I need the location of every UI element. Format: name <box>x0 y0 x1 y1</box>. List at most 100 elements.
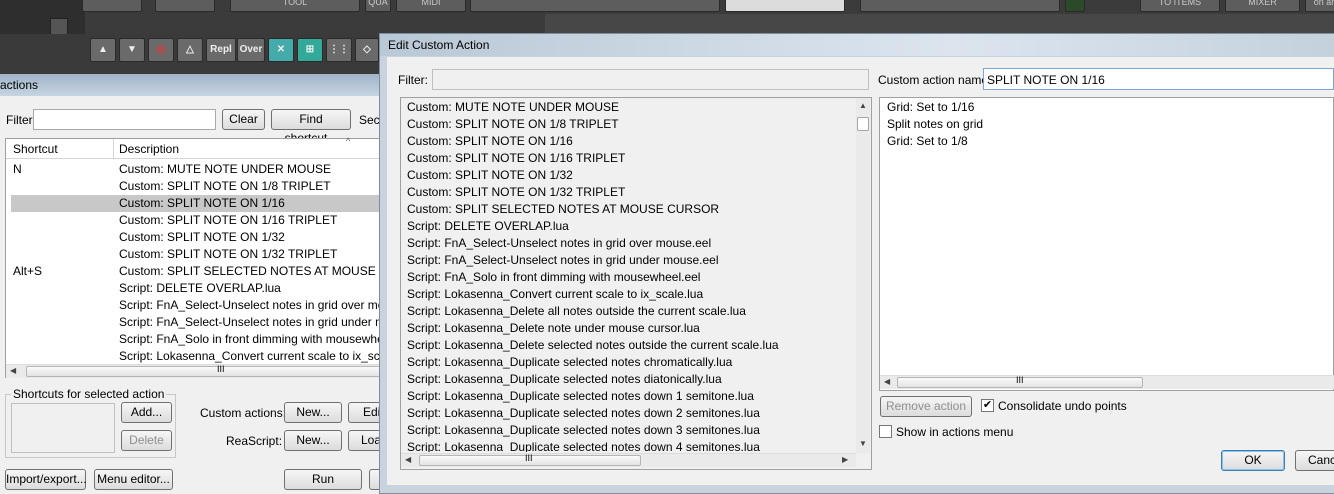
table-row[interactable]: Custom: SPLIT NOTE ON 1/16 <box>119 195 381 212</box>
table-row[interactable]: Custom: SPLIT NOTE ON 1/8 TRIPLET <box>119 178 381 195</box>
scroll-right-icon[interactable]: ▶ <box>842 454 848 466</box>
dialog-filter-input[interactable] <box>432 69 869 90</box>
list-item[interactable]: Script: Lokasenna_Duplicate selected not… <box>407 388 853 405</box>
table-row[interactable]: Script: FnA_Select-Unselect notes in gri… <box>119 314 381 331</box>
table-row[interactable]: Script: FnA_Select-Unselect notes in gri… <box>119 297 381 314</box>
import-export-button[interactable]: Import/export... <box>5 469 87 490</box>
list-item[interactable]: Script: Lokasenna_Delete all notes outsi… <box>407 303 853 320</box>
table-row[interactable]: Script: Lokasenna_Convert current scale … <box>119 348 381 365</box>
move-down-icon[interactable]: ▼ <box>119 38 145 62</box>
add-shortcut-button[interactable]: Add... <box>121 402 172 423</box>
note-length-buttons[interactable] <box>725 0 845 12</box>
clear-button[interactable]: Clear <box>222 109 265 130</box>
loop-icon[interactable]: ◎ <box>148 38 174 62</box>
shortcut-cell: N <box>13 162 22 176</box>
ok-button[interactable]: OK <box>1221 450 1285 471</box>
actions-hscrollbar[interactable]: ◀ III <box>6 364 382 378</box>
menu-editor-button[interactable]: Menu editor... <box>94 469 173 490</box>
edit-custom-action-button[interactable]: Edi <box>348 402 382 423</box>
list-item[interactable]: Custom: SPLIT NOTE ON 1/16 TRIPLET <box>407 150 853 167</box>
tool-button[interactable]: TOOL <box>230 0 360 12</box>
list-item[interactable]: Script: Lokasenna_Delete note under mous… <box>407 320 853 337</box>
actions-filter-input[interactable] <box>33 109 216 130</box>
list-item[interactable]: Custom: SPLIT SELECTED NOTES AT MOUSE CU… <box>407 201 853 218</box>
triangle-icon[interactable]: △ <box>177 38 203 62</box>
cancel-button[interactable]: Cance <box>1295 450 1334 471</box>
grid-icon[interactable]: ⋮⋮ <box>326 38 352 62</box>
list-item[interactable]: Custom: MUTE NOTE UNDER MOUSE <box>407 99 853 116</box>
list-item[interactable]: Script: Lokasenna_Duplicate selected not… <box>407 354 853 371</box>
list-item[interactable]: Script: Lokasenna_Duplicate selected not… <box>407 422 853 439</box>
actions-title: actions <box>0 78 39 92</box>
scroll-thumb[interactable]: III <box>897 375 1143 388</box>
filter-label: Filter: <box>6 113 36 127</box>
available-hscrollbar[interactable]: ◀ III ▶ <box>401 453 856 467</box>
remove-action-button[interactable]: Remove action <box>880 396 972 417</box>
list-item[interactable]: Script: FnA_Select-Unselect notes in gri… <box>407 235 853 252</box>
move-up-icon[interactable]: ▲ <box>90 38 116 62</box>
snap-icon[interactable]: ⊞ <box>297 38 323 62</box>
reascript-label: ReaScript: <box>226 434 283 448</box>
table-row[interactable]: Custom: SPLIT NOTE ON 1/16 TRIPLET <box>119 212 381 229</box>
run-button[interactable]: Run <box>284 469 362 490</box>
new-reascript-button[interactable]: New... <box>284 430 342 451</box>
delete-shortcut-button[interactable]: Delete <box>121 430 172 451</box>
list-item[interactable]: Script: FnA_Solo in front dimming with m… <box>407 269 853 286</box>
to-items-button[interactable]: TO ITEMS <box>1140 0 1220 12</box>
scroll-left-icon[interactable]: ◀ <box>405 454 411 466</box>
list-item[interactable]: Script: FnA_Select-Unselect notes in gri… <box>407 252 853 269</box>
overdub-mode-button[interactable]: Over <box>237 38 265 62</box>
dialog-title: Edit Custom Action <box>388 38 490 52</box>
scroll-thumb[interactable]: III <box>419 453 641 466</box>
dialog-filter-label: Filter: <box>398 73 428 87</box>
tool-icon[interactable]: ◇ <box>355 38 379 62</box>
list-item[interactable]: Script: Lokasenna_Duplicate selected not… <box>407 405 853 422</box>
table-row[interactable]: Custom: SPLIT NOTE ON 1/32 <box>119 229 381 246</box>
step-item[interactable]: Grid: Set to 1/16 <box>887 99 974 116</box>
description-column-header[interactable]: Description <box>119 142 179 156</box>
steps-hscrollbar[interactable]: ◀ III <box>880 375 1334 389</box>
list-item[interactable]: Custom: SPLIT NOTE ON 1/32 <box>407 167 853 184</box>
replace-mode-button[interactable]: Repl <box>206 38 236 62</box>
show-in-menu-checkbox[interactable] <box>879 425 892 438</box>
list-item[interactable]: Custom: SPLIT NOTE ON 1/8 TRIPLET <box>407 116 853 133</box>
list-item[interactable]: Script: Lokasenna_Duplicate selected not… <box>407 439 853 452</box>
midi-button[interactable]: MIDI <box>396 0 466 12</box>
toolbar-button[interactable]: on an <box>1305 0 1334 12</box>
toolbar-button[interactable] <box>860 0 1060 12</box>
table-row[interactable]: Script: DELETE OVERLAP.lua <box>119 280 381 297</box>
scroll-up-icon[interactable]: ▲ <box>859 100 867 112</box>
grid-toggle-icon[interactable]: ✕ <box>268 38 294 62</box>
list-item[interactable]: Script: Lokasenna_Duplicate selected not… <box>407 371 853 388</box>
scroll-left-icon[interactable]: ◀ <box>884 376 890 388</box>
list-item[interactable]: Script: Lokasenna_Convert current scale … <box>407 286 853 303</box>
quantize-button[interactable]: QUA <box>365 0 391 12</box>
shortcuts-list[interactable] <box>11 403 115 453</box>
list-item[interactable]: Custom: SPLIT NOTE ON 1/32 TRIPLET <box>407 184 853 201</box>
scroll-down-icon[interactable]: ▼ <box>859 438 867 450</box>
scroll-thumb[interactable]: III <box>26 364 382 377</box>
toolbar-button[interactable] <box>82 0 142 12</box>
step-item[interactable]: Split notes on grid <box>887 116 983 133</box>
table-row[interactable]: Custom: MUTE NOTE UNDER MOUSE <box>119 161 381 178</box>
vscroll-thumb[interactable] <box>857 117 869 131</box>
scroll-left-icon[interactable]: ◀ <box>10 365 16 377</box>
find-shortcut-button[interactable]: Find shortcut... <box>271 109 351 145</box>
table-row[interactable]: Custom: SPLIT SELECTED NOTES AT MOUSE CU… <box>119 263 381 280</box>
toolbar-button[interactable] <box>155 0 215 12</box>
custom-action-name-input[interactable]: SPLIT NOTE ON 1/16 <box>983 68 1334 90</box>
consolidate-undo-checkbox[interactable]: ✔ <box>981 399 994 412</box>
metronome-icon[interactable] <box>1065 0 1085 12</box>
step-item[interactable]: Grid: Set to 1/8 <box>887 133 968 150</box>
load-reascript-button[interactable]: Loa <box>348 430 382 451</box>
toolbar-button[interactable] <box>470 0 720 12</box>
table-row[interactable]: Custom: SPLIT NOTE ON 1/32 TRIPLET <box>119 246 381 263</box>
shortcut-column-header[interactable]: Shortcut <box>13 142 58 156</box>
new-custom-action-button[interactable]: New... <box>284 402 342 423</box>
list-item[interactable]: Script: DELETE OVERLAP.lua <box>407 218 853 235</box>
table-row[interactable]: Script: FnA_Solo in front dimming with m… <box>119 331 381 348</box>
mixer-button[interactable]: MIXER <box>1225 0 1300 12</box>
list-item[interactable]: Custom: SPLIT NOTE ON 1/16 <box>407 133 853 150</box>
list-item[interactable]: Script: Lokasenna_Delete selected notes … <box>407 337 853 354</box>
available-vscrollbar[interactable]: ▲ ▼ <box>856 98 870 453</box>
